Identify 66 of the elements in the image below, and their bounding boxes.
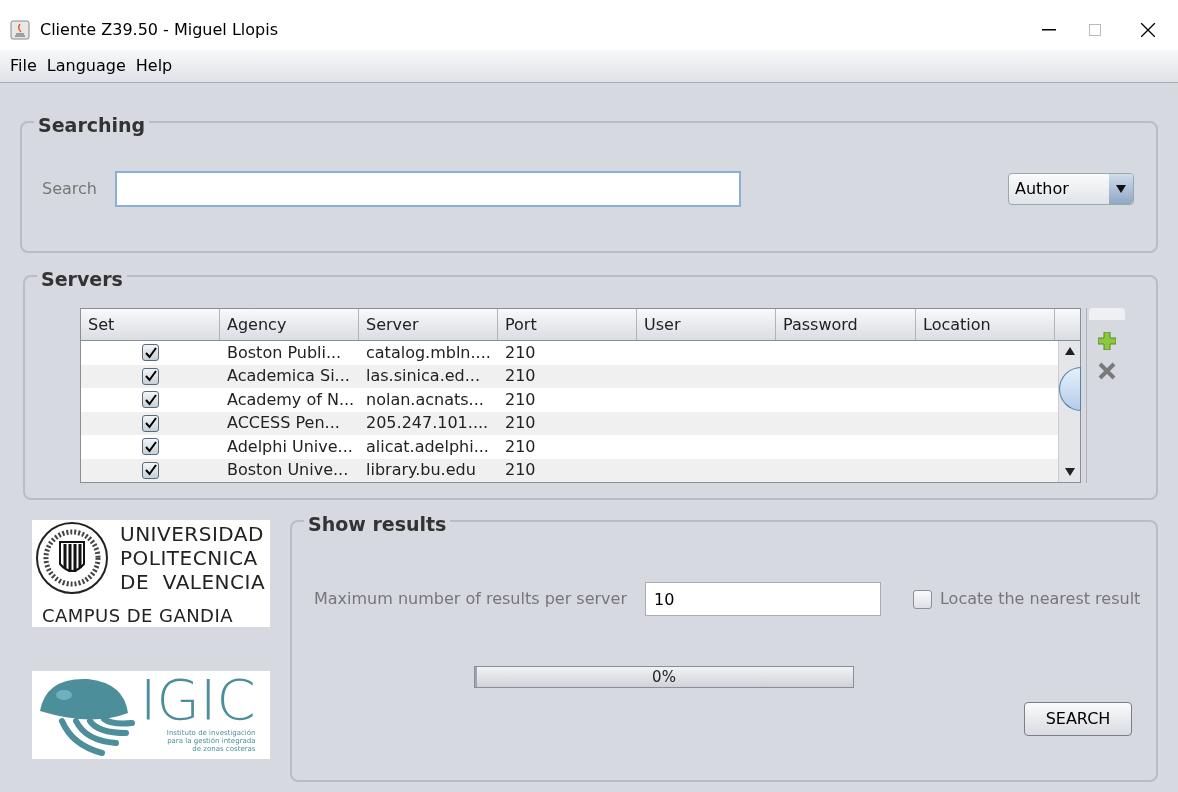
scroll-down-icon [1064, 468, 1075, 476]
scrollbar[interactable] [1058, 341, 1080, 482]
checkbox[interactable] [142, 391, 159, 409]
max-results-field[interactable]: 10 [644, 582, 881, 616]
check-icon [144, 464, 157, 477]
menu-item[interactable]: Language [46, 54, 126, 78]
app-icon [10, 20, 30, 40]
column-header[interactable]: Port [498, 309, 637, 340]
checkbox[interactable] [912, 589, 932, 609]
table-cell-text: 210 [504, 459, 537, 482]
column-header[interactable]: Password [776, 309, 916, 340]
table-cell-text: 210 [504, 365, 537, 388]
logo-text: UNIVERSIDAD [120, 522, 265, 546]
table-cell-text: Academy of N... [226, 388, 356, 411]
checkbox[interactable] [142, 367, 159, 385]
table-cell-text: las.sinica.ed... [365, 365, 481, 388]
window-title: Cliente Z39.50 - Miguel Llopis [40, 19, 278, 41]
table-cell-text: Boston Publi... [226, 341, 343, 364]
column-header[interactable]: Set [81, 309, 220, 340]
scroll-up-icon [1064, 347, 1075, 355]
table-cell-text: 210 [504, 435, 537, 458]
menu-item[interactable]: File [10, 54, 37, 78]
checkbox[interactable] [142, 461, 159, 479]
checkbox[interactable] [142, 438, 159, 456]
close-icon [1141, 23, 1155, 37]
search-field[interactable] [114, 171, 741, 207]
checkbox[interactable] [142, 344, 159, 362]
table-cell-text: Adelphi Unive... [226, 435, 354, 458]
remove-server-button[interactable] [1098, 362, 1116, 380]
logo-text: DE VALENCIA [120, 570, 266, 594]
field-dropdown[interactable]: Author [1008, 173, 1134, 205]
check-icon [144, 440, 157, 453]
maximize-icon [1089, 24, 1101, 36]
menu-item[interactable]: Help [135, 54, 173, 78]
dropdown-arrow-icon [1116, 185, 1126, 193]
check-icon [144, 393, 157, 406]
progress-text: 0% [652, 666, 676, 688]
column-header[interactable]: Agency [220, 309, 359, 340]
table-cell-text: Boston Unive... [226, 459, 350, 482]
search-label: Search [42, 178, 97, 200]
checkbox-label: Locate the nearest result [939, 588, 1141, 610]
table-cell-text: 210 [504, 388, 537, 411]
minimize-icon [1042, 29, 1056, 31]
logo-text: CAMPUS DE GANDIA [41, 606, 234, 626]
logo-text: IGIC [140, 671, 256, 729]
column-header[interactable]: Location [916, 309, 1055, 340]
check-icon [144, 417, 157, 430]
table-cell-text: 205.247.101.... [365, 412, 490, 435]
checkbox[interactable] [142, 414, 159, 432]
table-cell-text: alicat.adelphi... [365, 435, 490, 458]
plus-icon [1098, 332, 1116, 350]
x-icon [1098, 362, 1116, 380]
check-icon [144, 370, 157, 383]
table-cell-text: nolan.acnats... [365, 388, 485, 411]
logo-text: POLITECNICA [120, 546, 259, 570]
table-cell-text: library.bu.edu [365, 459, 477, 482]
check-icon [144, 346, 157, 359]
table-cell-text: ACCESS Pen... [226, 412, 341, 435]
max-results-label: Maximum number of results per server [314, 588, 627, 610]
column-header[interactable]: Server [359, 309, 498, 340]
table-cell-text: Academica Si... [226, 365, 351, 388]
table-cell-text: 210 [504, 412, 537, 435]
table-cell-text: 210 [504, 341, 537, 364]
column-header[interactable]: User [637, 309, 776, 340]
table-cell-text: catalog.mbln.... [365, 341, 492, 364]
search-button[interactable]: SEARCH [1024, 702, 1132, 736]
